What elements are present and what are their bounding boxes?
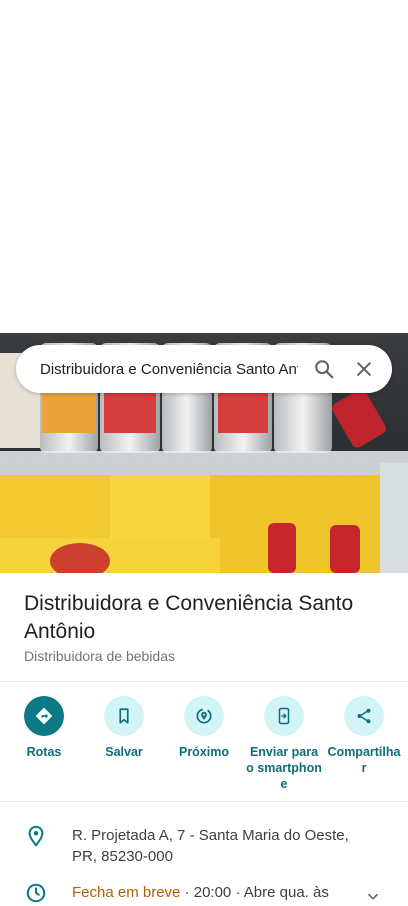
closing-time: 20:00 xyxy=(193,884,232,901)
save-label: Salvar xyxy=(105,745,143,759)
clock-icon xyxy=(0,882,72,904)
divider xyxy=(0,801,408,802)
next-opening: Abre qua. às xyxy=(243,884,329,901)
directions-button[interactable]: Rotas xyxy=(6,696,82,792)
send-to-phone-icon xyxy=(264,696,304,736)
share-label: Compartilhar xyxy=(327,745,401,775)
share-icon xyxy=(344,696,384,736)
nearby-label: Próximo xyxy=(178,745,229,759)
chevron-down-icon[interactable] xyxy=(366,890,380,906)
share-button[interactable]: Compartilhar xyxy=(326,696,402,792)
hours-text: Fecha em breve · 20:00 · Abre qua. às xyxy=(72,882,372,903)
place-header: Distribuidora e Conveniência Santo Antôn… xyxy=(24,590,394,664)
action-bar: Rotas Salvar Próximo Enviar para o smart… xyxy=(0,696,408,792)
close-icon[interactable] xyxy=(344,349,384,389)
hours-separator: · xyxy=(231,884,244,901)
place-title: Distribuidora e Conveniência Santo Antôn… xyxy=(24,592,354,643)
directions-label: Rotas xyxy=(26,745,62,759)
address-text: R. Projetada A, 7 - Santa Maria do Oeste… xyxy=(72,827,349,865)
address-row[interactable]: R. Projetada A, 7 - Santa Maria do Oeste… xyxy=(0,825,408,867)
search-input[interactable]: Distribuidora e Conveniência Santo Antôn… xyxy=(40,361,298,378)
send-to-phone-label: Enviar para o smartphone xyxy=(246,745,322,791)
map-area-blank xyxy=(0,0,408,333)
bookmark-icon xyxy=(104,696,144,736)
nearby-button[interactable]: Próximo xyxy=(166,696,242,792)
hours-status: Fecha em breve xyxy=(72,884,181,901)
send-to-phone-button[interactable]: Enviar para o smartphone xyxy=(246,696,322,792)
save-button[interactable]: Salvar xyxy=(86,696,162,792)
location-pin-icon xyxy=(0,825,72,847)
nearby-icon xyxy=(184,696,224,736)
hours-row[interactable]: Fecha em breve · 20:00 · Abre qua. às xyxy=(0,882,408,904)
place-category: Distribuidora de bebidas xyxy=(24,648,175,664)
search-bar[interactable]: Distribuidora e Conveniência Santo Antôn… xyxy=(16,345,392,393)
divider xyxy=(0,681,408,682)
search-icon[interactable] xyxy=(304,349,344,389)
directions-icon xyxy=(24,696,64,736)
hours-separator: · xyxy=(180,884,194,901)
